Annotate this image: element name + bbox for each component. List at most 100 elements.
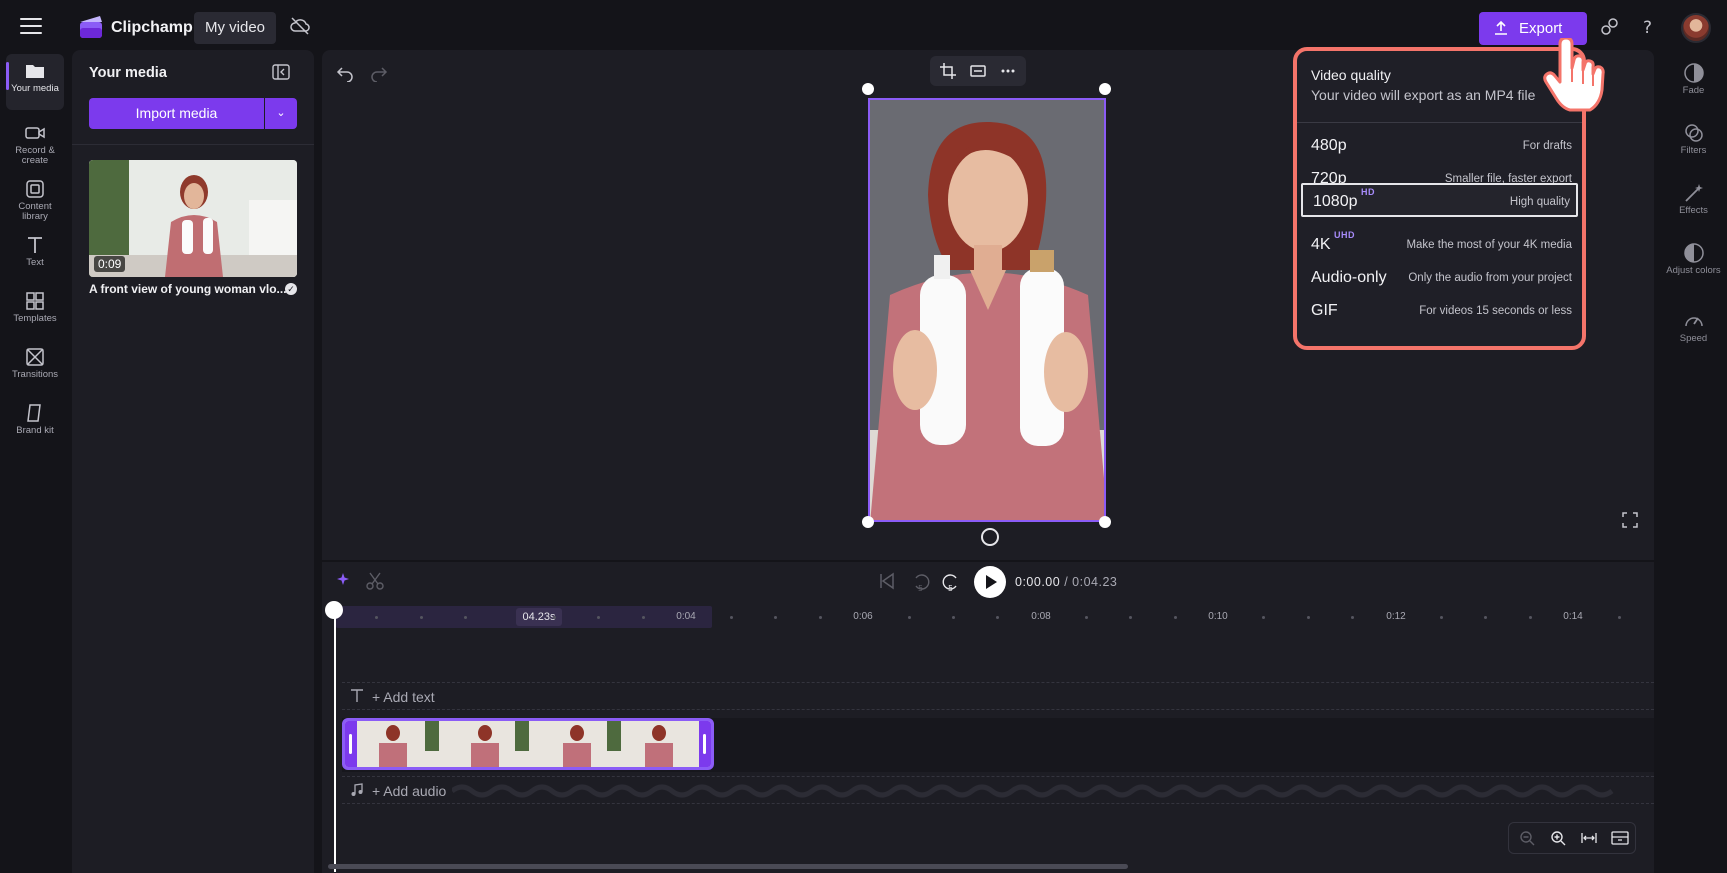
current-time: 0:00.00 [1015, 575, 1061, 589]
playhead[interactable] [334, 604, 336, 872]
ruler-tick [1618, 616, 1621, 619]
skip-back-icon[interactable] [878, 572, 896, 590]
option-name: 1080p [1313, 193, 1358, 210]
quality-option-4k[interactable]: 4K UHD Make the most of your 4K media [1301, 228, 1578, 262]
time-ruler[interactable]: 04.23s 0:04 0:06 0:08 0:10 0:12 0:14 [336, 606, 1654, 628]
collapse-panel-icon[interactable] [272, 64, 290, 80]
resize-handle[interactable] [1099, 516, 1111, 528]
clip-trim-handle-right[interactable] [699, 721, 711, 767]
rotate-icon[interactable] [981, 528, 999, 546]
rail-item-content-library[interactable]: Content library [6, 172, 64, 228]
crop-toolbar [930, 56, 1026, 86]
music-note-icon [351, 783, 363, 796]
clip-trim-handle-left[interactable] [345, 721, 357, 767]
add-text-label[interactable]: + Add text [372, 689, 435, 705]
playhead-handle[interactable] [325, 601, 343, 619]
ruler-label: 0:04 [676, 611, 696, 622]
fit-icon[interactable] [970, 63, 986, 84]
resize-handle[interactable] [862, 516, 874, 528]
fit-timeline-icon[interactable] [1581, 830, 1597, 851]
more-options-icon[interactable] [1000, 63, 1016, 84]
upload-icon [1495, 20, 1507, 35]
ruler-label: 0:06 [853, 611, 873, 622]
export-label: Export [1519, 20, 1563, 37]
folder-icon [26, 65, 44, 78]
option-name: Audio-only [1311, 269, 1387, 286]
ruler-tick [1307, 616, 1310, 619]
forward-5-icon[interactable]: 5 [942, 572, 960, 592]
transitions-icon [26, 348, 44, 366]
zoom-controls [1508, 822, 1636, 854]
help-icon[interactable]: ? [1638, 16, 1658, 38]
right-rail: Fade Filters Effects Adjust colors Speed [1660, 54, 1727, 873]
rail-label: Transitions [11, 369, 59, 380]
ruler-tick [420, 616, 423, 619]
rewind-5-icon[interactable]: 5 [912, 572, 930, 592]
quality-option-1080p[interactable]: 1080p HD High quality [1301, 183, 1578, 217]
rail-item-transitions[interactable]: Transitions [6, 340, 64, 396]
right-rail-adjust-colors[interactable]: Adjust colors [1660, 238, 1727, 276]
quality-option-gif[interactable]: GIF For videos 15 seconds or less [1301, 294, 1578, 328]
text-track[interactable]: + Add text [342, 682, 1654, 710]
rail-item-text[interactable]: Text [6, 228, 64, 284]
divider [72, 144, 314, 145]
option-description: Only the audio from your project [1408, 272, 1572, 284]
resize-handle[interactable] [862, 83, 874, 95]
right-rail-effects[interactable]: Effects [1660, 178, 1727, 216]
resize-handle[interactable] [1099, 83, 1111, 95]
undo-icon[interactable] [336, 64, 354, 82]
chevron-down-icon[interactable]: ⌄ [265, 98, 297, 129]
rail-item-record-create[interactable]: Record & create [6, 116, 64, 172]
redo-icon[interactable] [370, 64, 388, 82]
magic-icon[interactable] [334, 572, 352, 590]
adjust-colors-icon [1683, 243, 1704, 263]
zoom-out-icon[interactable] [1519, 830, 1535, 851]
ruler-tick [1484, 616, 1487, 619]
filters-icon [1684, 124, 1703, 142]
fade-icon [1683, 63, 1704, 83]
timeline-view-icon[interactable] [1611, 830, 1629, 851]
horizontal-scrollbar[interactable] [328, 864, 1128, 869]
video-title[interactable]: My video [194, 12, 276, 44]
ruler-tick [464, 616, 467, 619]
play-button[interactable] [974, 566, 1006, 598]
rail-item-templates[interactable]: Templates [6, 284, 64, 340]
ruler-tick [1262, 616, 1265, 619]
svg-text:?: ? [1643, 18, 1652, 38]
share-icon[interactable] [1598, 16, 1620, 38]
audio-track[interactable]: + Add audio [342, 776, 1654, 804]
zoom-in-icon[interactable] [1550, 830, 1566, 851]
quality-option-480p[interactable]: 480p For drafts [1301, 129, 1578, 163]
media-thumbnail[interactable]: 0:09 [89, 160, 297, 277]
timeline: 5 5 0:00.00 / 0:04.23 04.23s 0:04 0:06 0… [322, 562, 1654, 873]
option-name: 4K [1311, 236, 1331, 253]
fullscreen-icon[interactable] [1622, 512, 1638, 528]
rail-label: Brand kit [16, 425, 54, 436]
media-caption: A front view of young woman vlo... [89, 282, 287, 296]
ruler-label: 0:10 [1208, 611, 1228, 622]
right-rail-label: Filters [1680, 145, 1707, 156]
ruler-label: 0:14 [1563, 611, 1583, 622]
avatar[interactable] [1681, 13, 1711, 43]
menu-icon[interactable] [20, 18, 42, 34]
active-indicator [6, 62, 9, 90]
top-bar: Clipchamp My video Export ? [0, 0, 1727, 54]
right-rail-speed[interactable]: Speed [1660, 306, 1727, 344]
scissors-icon[interactable] [366, 572, 384, 590]
timecode: 0:00.00 / 0:04.23 [1015, 575, 1117, 589]
option-description: Make the most of your 4K media [1406, 239, 1572, 251]
uhd-badge: UHD [1334, 230, 1355, 240]
ruler-tick [1529, 616, 1532, 619]
rail-item-your-media[interactable]: Your media [6, 54, 64, 110]
right-rail-fade[interactable]: Fade [1660, 58, 1727, 96]
crop-icon[interactable] [940, 63, 956, 84]
video-clip[interactable] [342, 718, 714, 770]
video-preview-frame[interactable] [868, 98, 1106, 522]
quality-option-audio-only[interactable]: Audio-only Only the audio from your proj… [1301, 261, 1578, 295]
left-rail: Your media Record & create Content libra… [0, 54, 72, 873]
cloud-off-icon[interactable] [290, 17, 310, 35]
import-media-button[interactable]: Import media [89, 98, 264, 129]
add-audio-label[interactable]: + Add audio [372, 783, 446, 799]
right-rail-filters[interactable]: Filters [1660, 118, 1727, 156]
rail-item-brand-kit[interactable]: Brand kit [6, 396, 64, 452]
